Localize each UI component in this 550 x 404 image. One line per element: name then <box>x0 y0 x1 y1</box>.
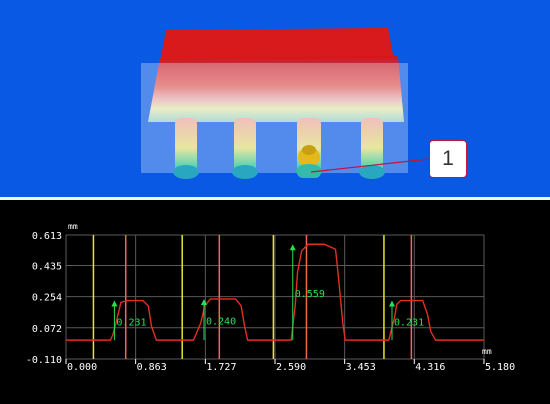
x-tick-label: 0.863 <box>137 362 167 373</box>
measurement-arrow <box>389 300 396 307</box>
y-axis-unit-label: mm <box>68 222 78 231</box>
callout-marker[interactable]: 1 <box>429 140 467 178</box>
3d-height-map-view: 1 <box>0 0 550 197</box>
measurement-arrow <box>200 298 207 305</box>
profile-plot-panel: mm mm 0.613 0.435 0.254 0.072 -0.110 0.000 0.863… <box>0 200 550 400</box>
measurement-label: 0.231 <box>394 317 424 328</box>
ic-chip-height-map-icon <box>141 28 430 179</box>
y-tick-label: 0.435 <box>32 262 62 273</box>
y-tick-label: -0.110 <box>26 355 62 366</box>
measurement-label: 0.231 <box>116 317 146 328</box>
x-tick-label: 0.000 <box>67 362 97 373</box>
y-tick-label: 0.613 <box>32 231 62 242</box>
measurement-label: 0.559 <box>295 289 325 300</box>
y-tick-label: 0.254 <box>32 293 62 304</box>
height-profile-chart[interactable]: mm mm 0.613 0.435 0.254 0.072 -0.110 0.000 0.863… <box>0 200 550 400</box>
y-tick-label: 0.072 <box>32 324 62 335</box>
x-tick-label: 3.453 <box>346 362 376 373</box>
x-tick-label: 1.727 <box>206 362 236 373</box>
x-tick-label: 4.316 <box>415 362 445 373</box>
measurement-arrow <box>111 300 118 307</box>
measurement-arrow <box>289 244 296 251</box>
x-axis-unit-label: mm <box>482 347 492 356</box>
x-tick-label: 5.180 <box>485 362 515 373</box>
x-tick-label: 2.590 <box>276 362 306 373</box>
measurement-label: 0.240 <box>206 317 236 328</box>
callout-label: 1 <box>442 147 454 170</box>
